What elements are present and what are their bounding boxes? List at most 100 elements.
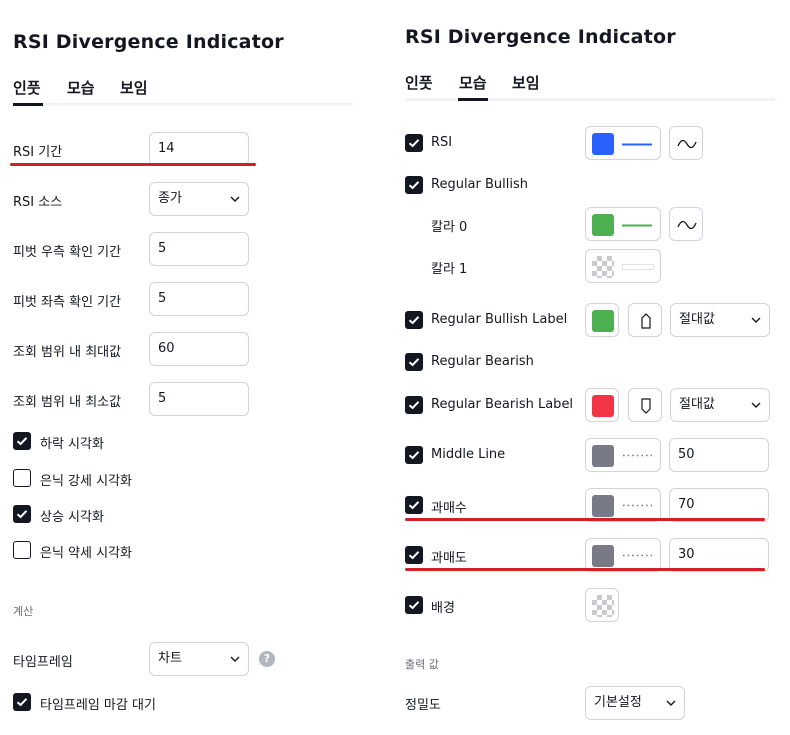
- rsi-source-value: 종가: [158, 191, 182, 206]
- plot-type-button[interactable]: [669, 207, 703, 241]
- check-icon: [408, 316, 420, 325]
- overbought-checkbox[interactable]: [405, 496, 423, 514]
- bearish-label-mode-value: 절대값: [679, 397, 715, 412]
- help-icon[interactable]: ?: [259, 651, 275, 667]
- label-down-icon: [641, 398, 651, 414]
- middle-line-label: Middle Line: [431, 447, 506, 462]
- precision-value: 기본설정: [594, 695, 642, 710]
- rsi-color-swatch: [592, 133, 614, 155]
- overbought-color-picker[interactable]: [585, 488, 661, 522]
- wait-close-label: 타임프레임 마감 대기: [40, 698, 156, 713]
- line-solid-icon: [622, 224, 652, 227]
- timeframe-select[interactable]: 차트: [149, 642, 249, 676]
- line-solid-icon: [622, 143, 652, 146]
- rsi-source-select[interactable]: 종가: [149, 182, 249, 216]
- check-icon: [408, 358, 420, 367]
- timeframe-label: 타임프레임: [13, 655, 73, 670]
- rsi-length-label: RSI 기간: [13, 145, 63, 160]
- check-icon: [408, 401, 420, 410]
- timeframe-value: 차트: [158, 651, 182, 666]
- middle-line-checkbox[interactable]: [405, 446, 423, 464]
- oversold-checkbox[interactable]: [405, 546, 423, 564]
- color0-picker[interactable]: [585, 207, 661, 241]
- annotation-underline: [405, 568, 765, 571]
- transparent-swatch: [592, 595, 614, 617]
- rsi-length-input[interactable]: 14: [149, 132, 249, 166]
- oversold-label: 과매도: [431, 551, 467, 566]
- range-min-input[interactable]: 5: [149, 382, 249, 416]
- line-dotted-icon: [623, 554, 652, 557]
- fill-preview: [622, 264, 654, 270]
- regular-bearish-checkbox[interactable]: [405, 353, 423, 371]
- hidden-bullish-label: 은닉 강세 시각화: [40, 474, 132, 489]
- chevron-down-icon: [751, 402, 761, 408]
- tab-visibility[interactable]: 보임: [512, 72, 540, 93]
- tab-style[interactable]: 모습: [459, 72, 487, 93]
- section-calc-heading: 계산: [13, 605, 34, 618]
- rsi-plot-checkbox[interactable]: [405, 134, 423, 152]
- bearish-plot-checkbox[interactable]: [13, 432, 31, 450]
- bearish-label-label: Regular Bearish Label: [431, 397, 574, 412]
- oversold-swatch: [592, 545, 614, 567]
- chevron-down-icon: [751, 317, 761, 323]
- range-max-input[interactable]: 60: [149, 332, 249, 366]
- bullish-label-swatch: [592, 310, 614, 332]
- bullish-label-mode-select[interactable]: 절대값: [670, 303, 770, 337]
- hidden-bearish-checkbox[interactable]: [13, 541, 31, 559]
- bullish-plot-checkbox[interactable]: [13, 505, 31, 523]
- middle-line-color-picker[interactable]: [585, 438, 661, 472]
- check-icon: [408, 501, 420, 510]
- middle-line-input[interactable]: 50: [669, 438, 769, 472]
- label-shape-button[interactable]: [628, 303, 662, 337]
- color1-label: 칼라 1: [431, 262, 468, 277]
- hidden-bullish-checkbox[interactable]: [13, 469, 31, 487]
- rsi-plot-label: RSI: [431, 135, 453, 150]
- line-dotted-icon: [623, 504, 652, 507]
- pivot-right-label: 피벗 우측 확인 기간: [13, 245, 122, 260]
- check-icon: [408, 551, 420, 560]
- tab-inputs[interactable]: 인풋: [405, 72, 433, 93]
- tab-inputs[interactable]: 인풋: [13, 77, 41, 98]
- precision-select[interactable]: 기본설정: [585, 686, 685, 720]
- oversold-color-picker[interactable]: [585, 538, 661, 572]
- bearish-plot-label: 하락 시각화: [40, 437, 104, 452]
- bullish-label-mode-value: 절대값: [679, 312, 715, 327]
- chevron-down-icon: [230, 196, 240, 202]
- background-color-picker[interactable]: [585, 588, 619, 622]
- range-min-label: 조회 범위 내 최소값: [13, 395, 122, 410]
- annotation-underline: [10, 163, 256, 166]
- bearish-label-color-picker[interactable]: [585, 388, 619, 422]
- color0-swatch: [592, 214, 614, 236]
- tab-visibility[interactable]: 보임: [120, 77, 148, 98]
- rsi-source-label: RSI 소스: [13, 195, 63, 210]
- overbought-swatch: [592, 495, 614, 517]
- line-dotted-icon: [623, 454, 652, 457]
- wave-line-icon: [677, 220, 697, 230]
- bullish-label-checkbox[interactable]: [405, 311, 423, 329]
- color1-picker[interactable]: [585, 249, 661, 283]
- wave-line-icon: [677, 139, 697, 149]
- overbought-label: 과매수: [431, 501, 467, 516]
- pivot-right-input[interactable]: 5: [149, 232, 249, 266]
- oversold-input[interactable]: 30: [669, 538, 769, 572]
- pivot-left-input[interactable]: 5: [149, 282, 249, 316]
- rsi-color-picker[interactable]: [585, 126, 661, 160]
- section-output-heading: 출력 값: [405, 658, 439, 671]
- wait-close-checkbox[interactable]: [13, 693, 31, 711]
- style-panel: RSI Divergence Indicator 인풋 모습 보임 RSI Re…: [392, 0, 790, 735]
- bullish-label-label: Regular Bullish Label: [431, 312, 568, 327]
- background-checkbox[interactable]: [405, 596, 423, 614]
- bearish-label-swatch: [592, 395, 614, 417]
- chevron-down-icon: [230, 656, 240, 662]
- tab-style[interactable]: 모습: [67, 77, 95, 98]
- bearish-label-checkbox[interactable]: [405, 396, 423, 414]
- label-shape-button[interactable]: [628, 388, 662, 422]
- overbought-input[interactable]: 70: [669, 488, 769, 522]
- color0-label: 칼라 0: [431, 220, 468, 235]
- check-icon: [408, 601, 420, 610]
- bearish-label-mode-select[interactable]: 절대값: [670, 388, 770, 422]
- plot-type-button[interactable]: [669, 126, 703, 160]
- check-icon: [16, 510, 28, 519]
- bullish-label-color-picker[interactable]: [585, 303, 619, 337]
- regular-bullish-checkbox[interactable]: [405, 176, 423, 194]
